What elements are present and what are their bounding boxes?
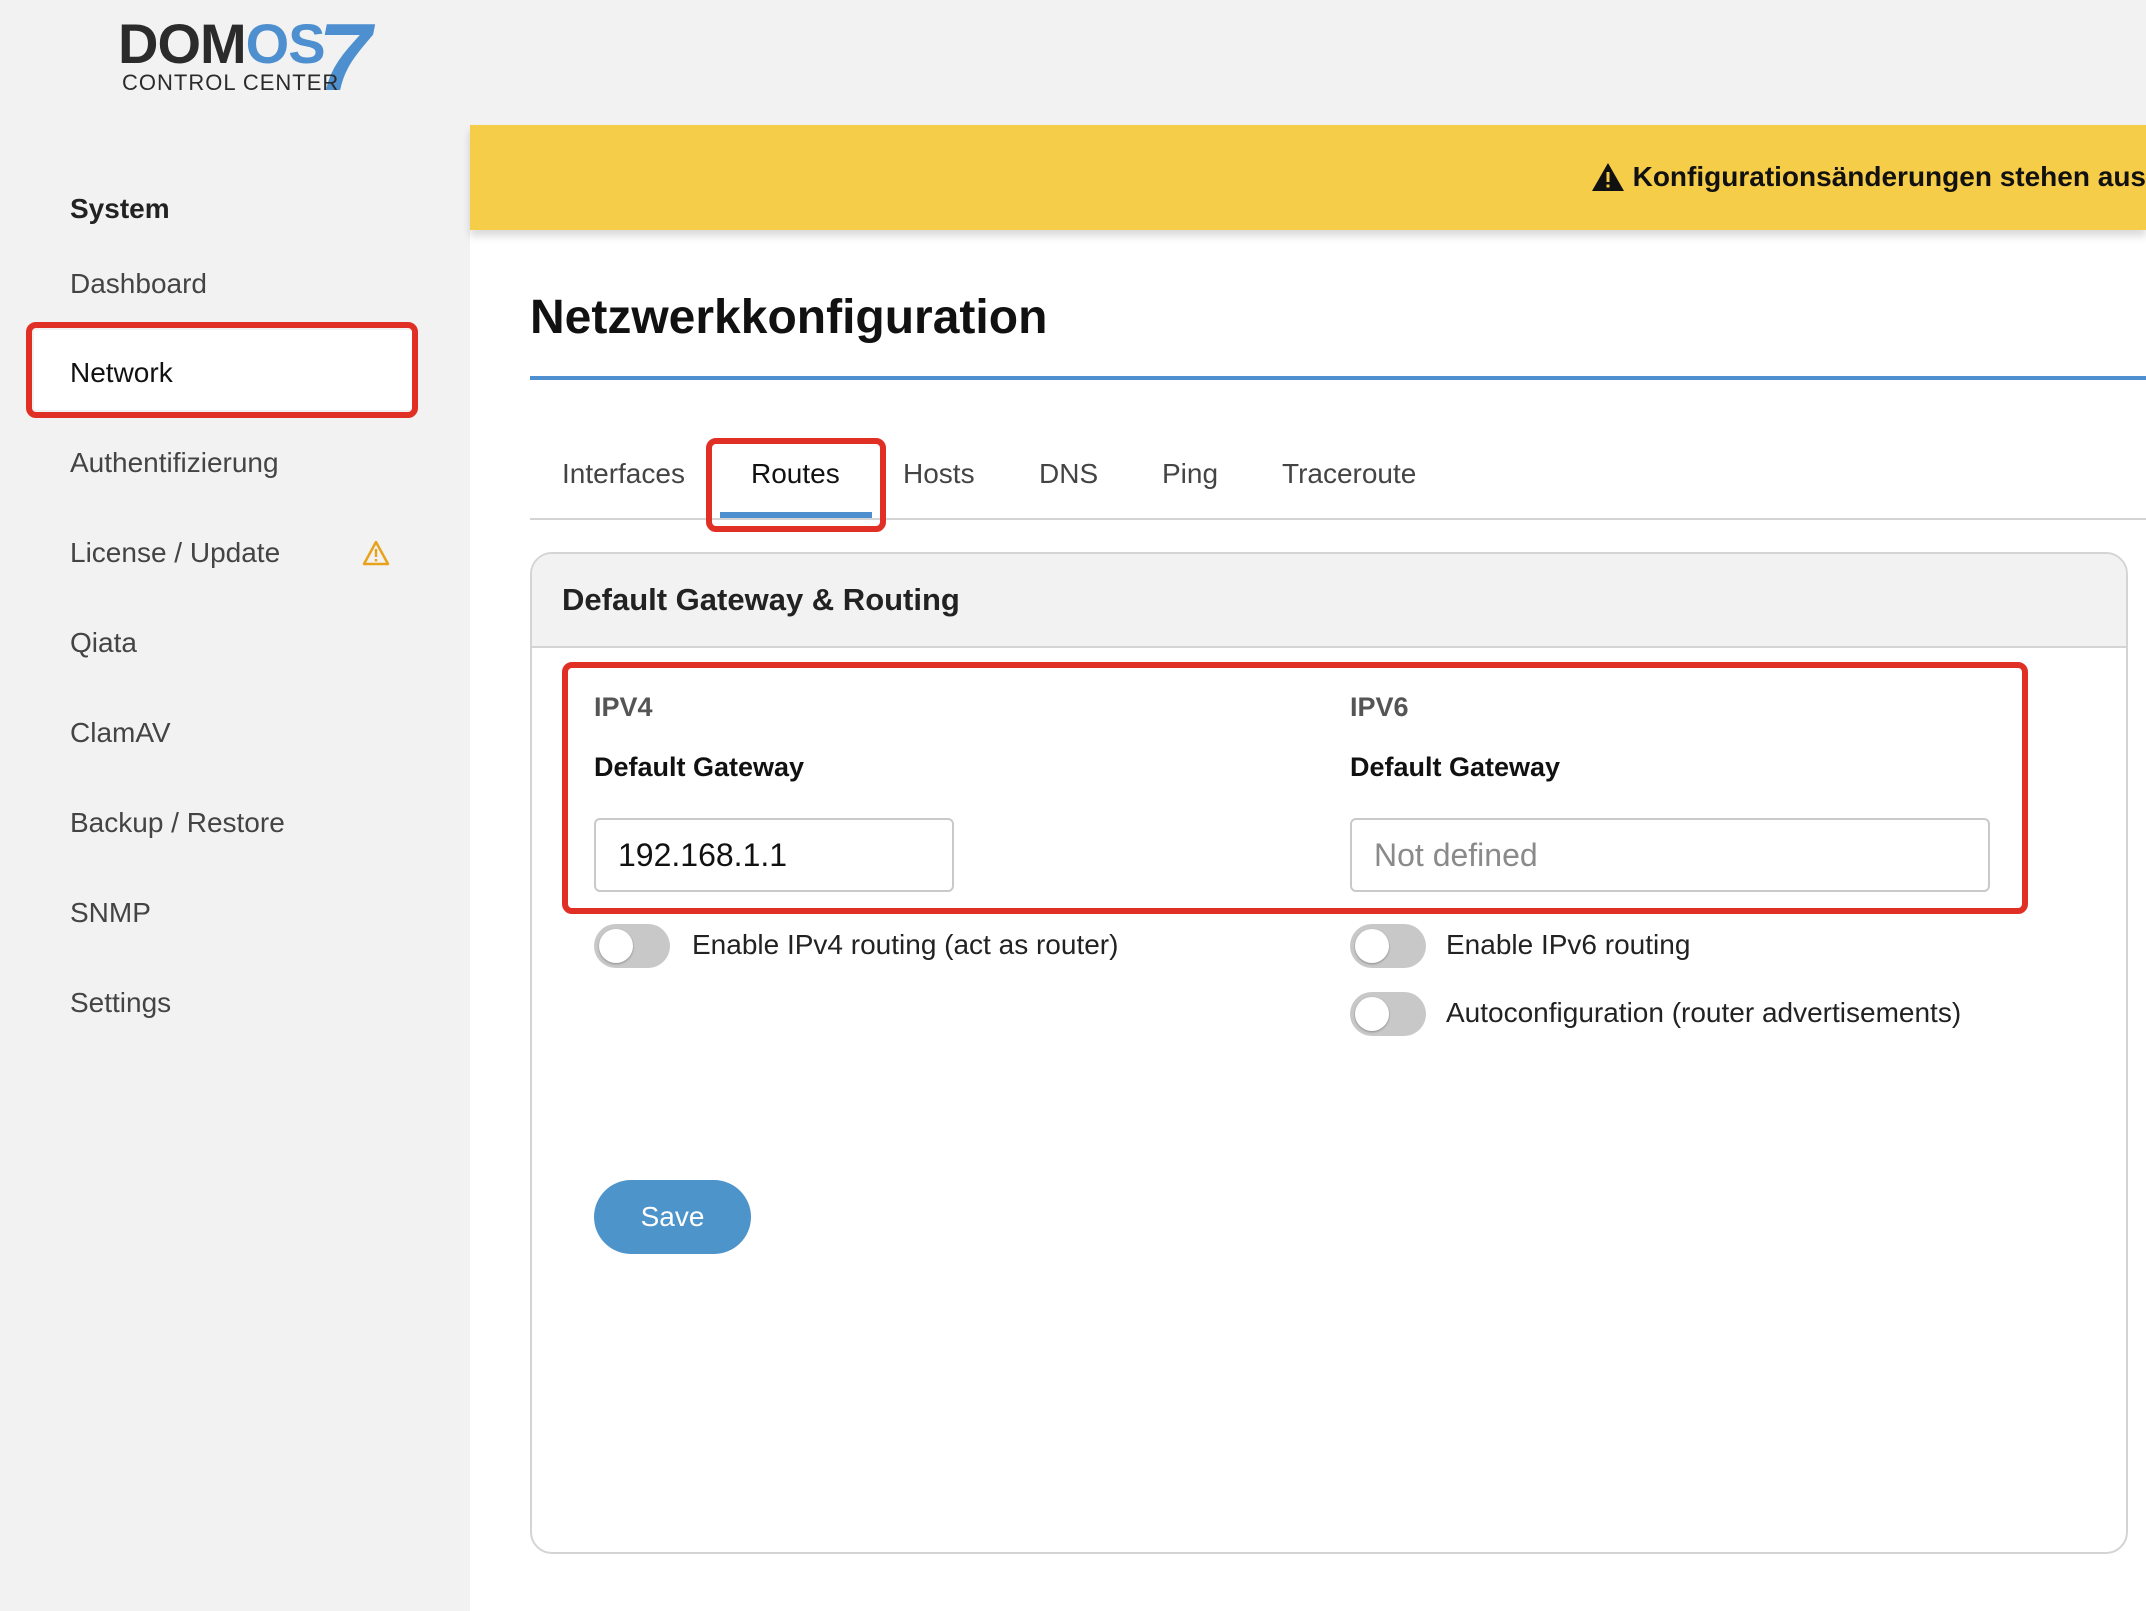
sidebar-item-qiata[interactable]: Qiata <box>70 627 137 659</box>
network-highlight-box <box>26 322 418 418</box>
sidebar-item-license-update[interactable]: License / Update <box>70 537 280 569</box>
tab-interfaces[interactable]: Interfaces <box>562 458 685 490</box>
sidebar-item-snmp[interactable]: SNMP <box>70 897 151 929</box>
tab-hosts[interactable]: Hosts <box>903 458 975 490</box>
ipv6-autoconfiguration-label: Autoconfiguration (router advertisements… <box>1446 997 1962 1028</box>
logo-subtitle: CONTROL CENTER <box>122 70 340 95</box>
title-divider <box>530 376 2146 380</box>
sidebar-item-authentifizierung[interactable]: Authentifizierung <box>70 447 279 479</box>
sidebar-item-clamav[interactable]: ClamAV <box>70 717 171 749</box>
app-logo[interactable]: DOMOS 7 CONTROL CENTER <box>118 10 378 106</box>
ipv4-routing-label: Enable IPv4 routing (act as router) <box>692 929 1119 960</box>
tab-ping[interactable]: Ping <box>1162 458 1218 490</box>
ipv4-routing-toggle[interactable] <box>594 924 670 968</box>
sidebar-heading-system: System <box>70 193 170 224</box>
pending-changes-banner[interactable]: Konfigurationsänderungen stehen aus <box>470 125 2146 230</box>
default-gateway-highlight-box <box>562 662 2028 914</box>
card-header: Default Gateway & Routing <box>532 554 2126 648</box>
routes-tab-highlight-box <box>706 438 886 532</box>
tab-traceroute[interactable]: Traceroute <box>1282 458 1416 490</box>
logo-dom: DOM <box>118 12 247 75</box>
toggle-knob <box>1355 997 1389 1031</box>
ipv6-routing-toggle[interactable] <box>1350 924 1426 968</box>
ipv6-autoconfiguration-toggle[interactable] <box>1350 992 1426 1036</box>
sidebar-item-backup-restore[interactable]: Backup / Restore <box>70 807 285 839</box>
save-button[interactable]: Save <box>594 1180 751 1254</box>
sidebar: DOMOS 7 CONTROL CENTER System Dashboard … <box>0 0 470 1611</box>
toggle-knob <box>1355 929 1389 963</box>
banner-text: Konfigurationsänderungen stehen aus <box>1632 161 2146 192</box>
warning-icon <box>1591 163 1624 191</box>
tab-dns[interactable]: DNS <box>1039 458 1098 490</box>
banner-message: Konfigurationsänderungen stehen aus <box>1591 161 2146 193</box>
sidebar-item-settings[interactable]: Settings <box>70 987 171 1019</box>
logo-os: OS <box>245 12 326 75</box>
toggle-knob <box>599 929 633 963</box>
card-title: Default Gateway & Routing <box>562 582 960 617</box>
page-title: Netzwerkkonfiguration <box>530 291 1048 344</box>
sidebar-item-dashboard[interactable]: Dashboard <box>70 268 207 300</box>
logo-wordmark: DOMOS <box>118 12 326 75</box>
ipv6-routing-label: Enable IPv6 routing <box>1446 929 1691 960</box>
warning-icon <box>362 540 390 566</box>
